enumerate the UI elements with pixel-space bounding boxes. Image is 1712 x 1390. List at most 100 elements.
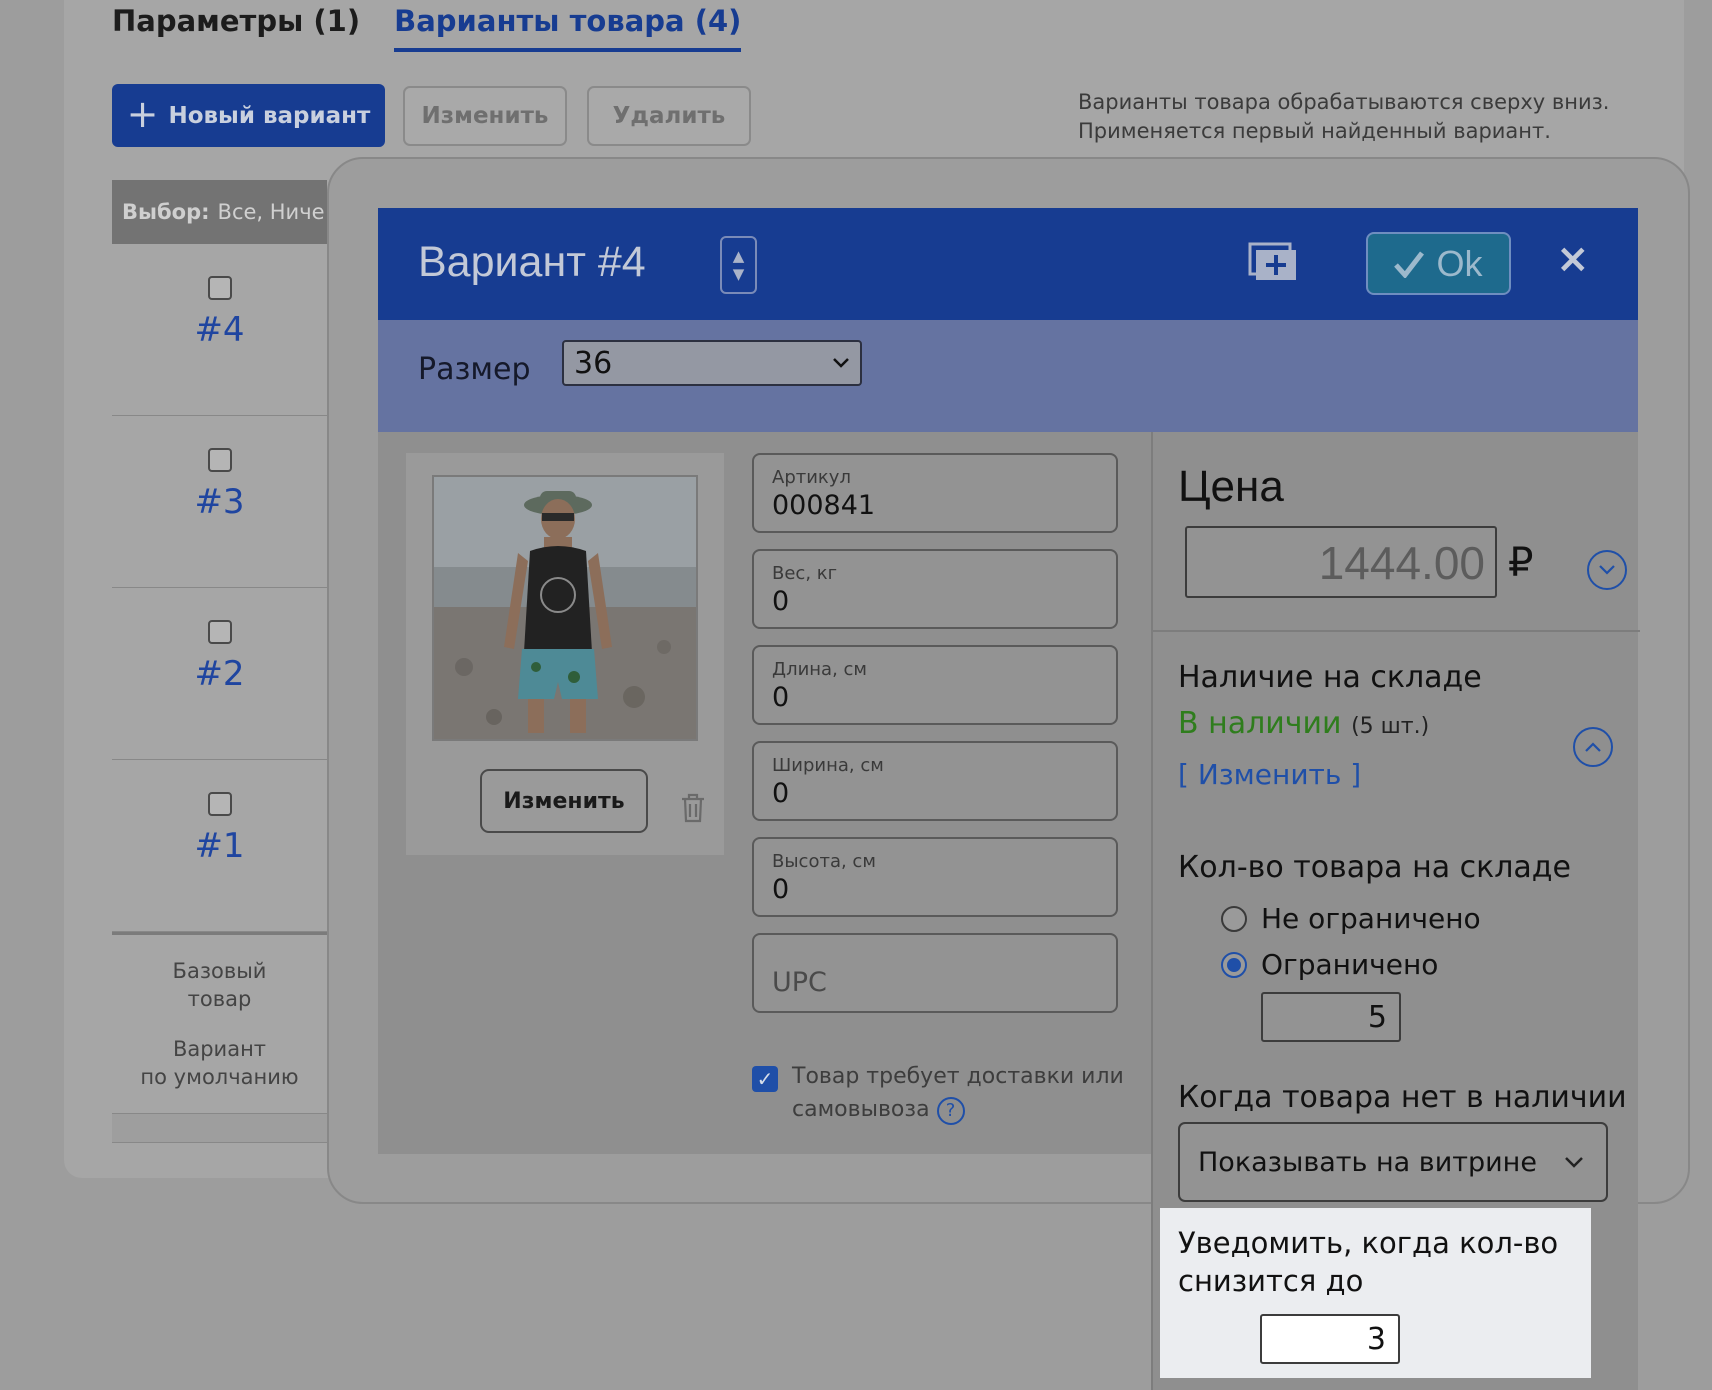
- price-input[interactable]: 1444.00: [1185, 526, 1497, 598]
- stock-title: Наличие на складе: [1178, 660, 1482, 695]
- list-item: #2: [112, 588, 327, 760]
- hint-line-1: Варианты товара обрабатываются сверху вн…: [1078, 90, 1610, 114]
- height-label: Высота, см: [772, 851, 876, 872]
- size-label: Размер: [418, 352, 531, 387]
- qty-input[interactable]: 5: [1261, 992, 1401, 1042]
- change-image-button[interactable]: Изменить: [480, 769, 648, 833]
- plus-icon: +: [126, 91, 159, 136]
- delete-variant-button[interactable]: Удалить: [587, 86, 751, 146]
- tab-parameters[interactable]: Параметры (1): [112, 4, 360, 52]
- variant-number[interactable]: #4: [194, 310, 244, 350]
- length-field[interactable]: Длина, см 0: [752, 645, 1118, 725]
- unlimited-option[interactable]: Не ограничено: [1221, 902, 1481, 935]
- sku-field[interactable]: Артикул 000841: [752, 453, 1118, 533]
- list-header: Выбор: Все, Ниче: [112, 180, 327, 244]
- width-label: Ширина, см: [772, 755, 884, 776]
- stepper-up-icon[interactable]: ▲: [733, 247, 745, 265]
- chevron-down-icon: [1565, 1157, 1583, 1168]
- variant-number[interactable]: #1: [194, 826, 244, 866]
- variant-list: Выбор: Все, Ниче #4 #3 #2 #1 Базовый тов…: [112, 180, 327, 1143]
- row-checkbox[interactable]: [207, 448, 232, 472]
- height-value: 0: [772, 874, 790, 905]
- base-line-2: товар: [187, 987, 252, 1011]
- editor-header: Вариант #4 ▲ ▼ Ok ×: [378, 208, 1638, 320]
- editor-title: Вариант #4: [418, 238, 646, 286]
- product-photo: [432, 475, 698, 741]
- weight-value: 0: [772, 586, 790, 617]
- variant-number[interactable]: #2: [194, 654, 244, 694]
- edit-variant-button[interactable]: Изменить: [403, 86, 567, 146]
- notify-title: Уведомить, когда кол-во снизится до: [1178, 1226, 1559, 1298]
- row-checkbox[interactable]: [207, 792, 232, 816]
- length-value: 0: [772, 682, 790, 713]
- tab-variants[interactable]: Варианты товара (4): [394, 4, 742, 52]
- price-expand-icon[interactable]: [1587, 550, 1627, 590]
- width-value: 0: [772, 778, 790, 809]
- width-field[interactable]: Ширина, см 0: [752, 741, 1118, 821]
- new-variant-label: Новый вариант: [168, 102, 371, 129]
- shipping-checkbox[interactable]: ✓: [752, 1066, 778, 1092]
- shipping-option: ✓ Товар требует доставки или самовывоза …: [752, 1060, 1132, 1126]
- stock-status: В наличии (5 шт.): [1178, 706, 1429, 741]
- size-select[interactable]: 36: [562, 340, 862, 386]
- help-icon[interactable]: ?: [936, 1096, 965, 1125]
- unlimited-radio[interactable]: [1221, 905, 1247, 932]
- list-footer: Базовый товар Вариант по умолчанию: [112, 932, 327, 1091]
- limited-radio[interactable]: [1221, 951, 1247, 978]
- sku-value: 000841: [772, 490, 876, 521]
- price-stock-panel: Цена 1444.00 ₽ Наличие на складе В налич…: [1151, 432, 1640, 1390]
- stock-status-text: В наличии: [1178, 706, 1342, 741]
- row-checkbox[interactable]: [207, 620, 232, 644]
- select-label: Выбор:: [122, 200, 210, 224]
- list-item: #4: [112, 244, 327, 416]
- trash-icon[interactable]: [680, 793, 706, 830]
- select-options[interactable]: Все, Ниче: [218, 200, 325, 224]
- weight-field[interactable]: Вес, кг 0: [752, 549, 1118, 629]
- stepper-down-icon[interactable]: ▼: [733, 265, 745, 283]
- variant-stepper[interactable]: ▲ ▼: [720, 236, 757, 294]
- variant-number[interactable]: #3: [194, 482, 244, 522]
- stock-change-link[interactable]: [ Изменить ]: [1178, 758, 1361, 791]
- weight-label: Вес, кг: [772, 563, 838, 584]
- out-of-stock-value: Показывать на витрине: [1198, 1146, 1537, 1178]
- variants-hint: Варианты товара обрабатываются сверху вн…: [1078, 88, 1609, 146]
- check-icon: [1394, 250, 1425, 278]
- new-variant-button[interactable]: + Новый вариант: [112, 84, 385, 147]
- unlimited-label: Не ограничено: [1261, 902, 1481, 935]
- out-of-stock-select[interactable]: Показывать на витрине: [1178, 1122, 1608, 1202]
- row-checkbox[interactable]: [207, 276, 232, 300]
- currency-label: ₽: [1508, 540, 1534, 586]
- default-line-1: Вариант: [172, 1037, 267, 1061]
- price-title: Цена: [1178, 462, 1284, 511]
- height-field[interactable]: Высота, см 0: [752, 837, 1118, 917]
- size-bar: Размер 36: [378, 320, 1638, 432]
- divider: [1153, 630, 1640, 632]
- close-icon[interactable]: ×: [1556, 236, 1590, 282]
- length-label: Длина, см: [772, 659, 867, 680]
- limited-label: Ограничено: [1261, 948, 1439, 981]
- list-item: #1: [112, 760, 327, 932]
- image-box: Изменить: [406, 453, 724, 855]
- stock-count: (5 шт.): [1351, 714, 1430, 739]
- notify-threshold-input[interactable]: 3: [1260, 1314, 1400, 1364]
- shipping-line-2: самовывоза: [792, 1097, 930, 1122]
- duplicate-icon[interactable]: [1248, 242, 1298, 286]
- upc-field[interactable]: UPC: [752, 933, 1118, 1013]
- shipping-label: Товар требует доставки или самовывоза ?: [792, 1060, 1124, 1126]
- ok-label: Ok: [1436, 242, 1483, 284]
- list-item: #3: [112, 416, 327, 588]
- upc-placeholder: UPC: [772, 967, 827, 998]
- hint-line-2: Применяется первый найденный вариант.: [1078, 119, 1551, 143]
- default-variant-label: Вариант по умолчанию: [112, 1035, 327, 1091]
- notify-section: Уведомить, когда кол-во снизится до 3: [1160, 1208, 1591, 1378]
- ok-button[interactable]: Ok: [1366, 232, 1511, 295]
- qty-title: Кол-во товара на складе: [1178, 850, 1571, 885]
- shipping-line-1: Товар требует доставки или: [792, 1064, 1124, 1089]
- chevron-down-icon: [833, 358, 849, 368]
- default-line-2: по умолчанию: [140, 1065, 299, 1089]
- tab-bar: Параметры (1) Варианты товара (4): [112, 4, 742, 52]
- size-value: 36: [574, 345, 613, 381]
- base-line-1: Базовый: [172, 959, 267, 983]
- limited-option[interactable]: Ограничено: [1221, 948, 1438, 981]
- stock-collapse-icon[interactable]: [1573, 727, 1613, 767]
